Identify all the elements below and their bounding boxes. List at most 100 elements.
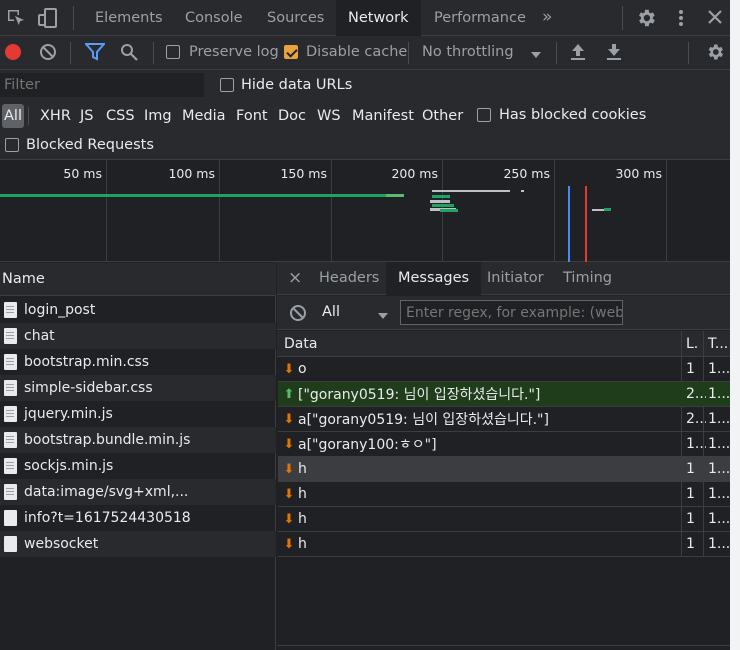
request-row[interactable]: sockjs.min.js [0, 453, 276, 479]
record-icon[interactable] [5, 44, 21, 60]
time-column-header[interactable]: T... [708, 331, 728, 357]
request-row[interactable]: bootstrap.min.css [0, 349, 276, 375]
close-detail-icon[interactable]: × [288, 268, 302, 288]
message-row[interactable]: ⬇a["gorany0519: 님이 입장하셨습니다."] 2...1... [278, 407, 734, 432]
tab-messages[interactable]: Messages [386, 262, 482, 295]
message-time: 1... [708, 386, 730, 402]
file-icon [4, 406, 17, 422]
message-row[interactable]: ⬇a["gorany100:ㅎㅇ"] 1...1... [278, 432, 734, 457]
more-options-icon[interactable] [676, 8, 686, 32]
message-length: 1... [686, 436, 706, 452]
message-data: h [298, 486, 307, 502]
throttling-select[interactable]: No throttling [422, 44, 514, 60]
type-filter-media[interactable]: Media [180, 104, 228, 128]
device-toolbar-icon[interactable] [37, 7, 59, 33]
request-row[interactable]: login_post [0, 297, 276, 323]
message-row[interactable]: ⬇ o 1 1... [278, 357, 734, 382]
tab-sources[interactable]: Sources [255, 0, 336, 36]
data-column-header[interactable]: Data [284, 331, 317, 357]
tab-headers[interactable]: Headers [307, 262, 391, 295]
message-row[interactable]: ⬆["gorany0519: 님이 입장하셨습니다."] 2...1... [278, 382, 734, 407]
arrow-down-icon: ⬇ [283, 486, 295, 502]
inspect-element-icon[interactable] [6, 8, 26, 32]
length-column-header[interactable]: L. [686, 331, 698, 357]
request-name: simple-sidebar.css [24, 380, 153, 396]
hide-data-urls-label: Hide data URLs [241, 77, 353, 93]
name-column-header[interactable]: Name [2, 271, 45, 287]
request-row[interactable]: bootstrap.bundle.min.js [0, 427, 276, 453]
filter-input[interactable] [0, 73, 204, 97]
request-row[interactable]: chat [0, 323, 276, 349]
import-har-icon[interactable] [570, 43, 586, 65]
blocked-requests-checkbox[interactable] [5, 138, 19, 152]
message-data: h [298, 461, 307, 477]
network-settings-icon[interactable] [705, 42, 725, 66]
request-name: jquery.min.js [24, 406, 113, 422]
file-icon [4, 536, 17, 552]
message-data: o [298, 361, 307, 377]
message-row[interactable]: ⬇ h 1 1... [278, 532, 734, 557]
chevron-down-icon[interactable] [530, 47, 542, 63]
has-blocked-cookies-checkbox[interactable] [477, 108, 491, 122]
type-filter-xhr[interactable]: XHR [38, 104, 73, 128]
timeline-tick-label: 50 ms [63, 166, 102, 181]
preserve-log-checkbox[interactable] [166, 45, 180, 59]
export-har-icon[interactable] [606, 43, 622, 65]
more-tabs-button[interactable]: » [542, 7, 552, 27]
message-row[interactable]: ⬇ h 1 1... [278, 457, 734, 482]
request-row[interactable]: simple-sidebar.css [0, 375, 276, 401]
file-icon [4, 302, 17, 318]
type-filter-manifest[interactable]: Manifest [350, 104, 416, 128]
hide-data-urls-checkbox[interactable] [220, 78, 234, 92]
tab-timing[interactable]: Timing [551, 262, 624, 295]
timeline-gridline [219, 160, 220, 262]
type-filter-css[interactable]: CSS [104, 104, 137, 128]
file-icon [4, 458, 17, 474]
timeline-bar [0, 194, 386, 197]
settings-icon[interactable] [635, 7, 657, 33]
tab-network[interactable]: Network [336, 0, 421, 36]
tab-elements[interactable]: Elements [83, 0, 175, 36]
message-data: h [298, 536, 307, 552]
arrow-down-icon: ⬇ [283, 436, 295, 452]
clear-messages-icon[interactable] [289, 304, 307, 326]
message-length: 2... [686, 411, 706, 427]
clear-icon[interactable] [39, 43, 57, 65]
disable-cache-checkbox[interactable] [284, 45, 298, 59]
type-filter-ws[interactable]: WS [315, 104, 343, 128]
chevron-down-icon[interactable] [377, 308, 389, 324]
message-row[interactable]: ⬇ h 1 1... [278, 507, 734, 532]
message-length: 2... [686, 386, 706, 402]
request-row[interactable]: websocket [0, 531, 276, 557]
tab-initiator[interactable]: Initiator [475, 262, 556, 295]
request-name: info?t=1617524430518 [24, 510, 191, 526]
search-icon[interactable] [120, 43, 138, 65]
tab-console[interactable]: Console [173, 0, 255, 36]
type-filter-doc[interactable]: Doc [276, 104, 308, 128]
tab-performance[interactable]: Performance [422, 0, 538, 36]
message-table-header [277, 331, 734, 357]
message-length: 1 [686, 461, 695, 477]
message-regex-input[interactable] [400, 300, 623, 325]
filter-funnel-icon[interactable] [83, 43, 107, 65]
timeline-bar [432, 195, 450, 198]
timeline-tick-label: 300 ms [615, 166, 662, 181]
type-filter-font[interactable]: Font [234, 104, 270, 128]
page-behind-devtools [730, 0, 740, 650]
message-time: 1... [708, 436, 730, 452]
message-row[interactable]: ⬇ h 1 1... [278, 482, 734, 507]
message-type-select[interactable]: All [322, 304, 340, 320]
close-devtools-icon[interactable] [706, 8, 724, 30]
type-filter-all[interactable]: All [2, 104, 24, 128]
type-filter-js[interactable]: JS [78, 104, 95, 128]
request-name: bootstrap.bundle.min.js [24, 432, 191, 448]
message-time: 1... [708, 511, 730, 527]
request-row[interactable]: data:image/svg+xml,... [0, 479, 276, 505]
request-row[interactable]: jquery.min.js [0, 401, 276, 427]
type-filter-img[interactable]: Img [142, 104, 174, 128]
request-row[interactable]: info?t=1617524430518 [0, 505, 276, 531]
timeline-bar [432, 204, 454, 207]
type-filter-other[interactable]: Other [420, 104, 465, 128]
message-length: 1 [686, 536, 695, 552]
file-icon [4, 432, 17, 448]
